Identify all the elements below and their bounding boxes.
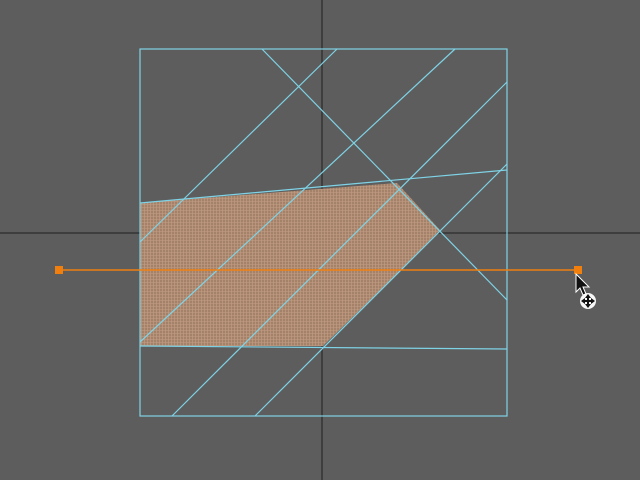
cut-line-end-handle[interactable] bbox=[574, 266, 582, 274]
uv-editor-viewport[interactable] bbox=[0, 0, 640, 480]
move-cross-icon bbox=[580, 293, 596, 309]
arrow-pointer-icon bbox=[575, 272, 591, 296]
viewport-canvas[interactable] bbox=[0, 0, 640, 480]
cut-line-start-handle[interactable] bbox=[55, 266, 63, 274]
selected-face-region[interactable] bbox=[140, 183, 440, 346]
